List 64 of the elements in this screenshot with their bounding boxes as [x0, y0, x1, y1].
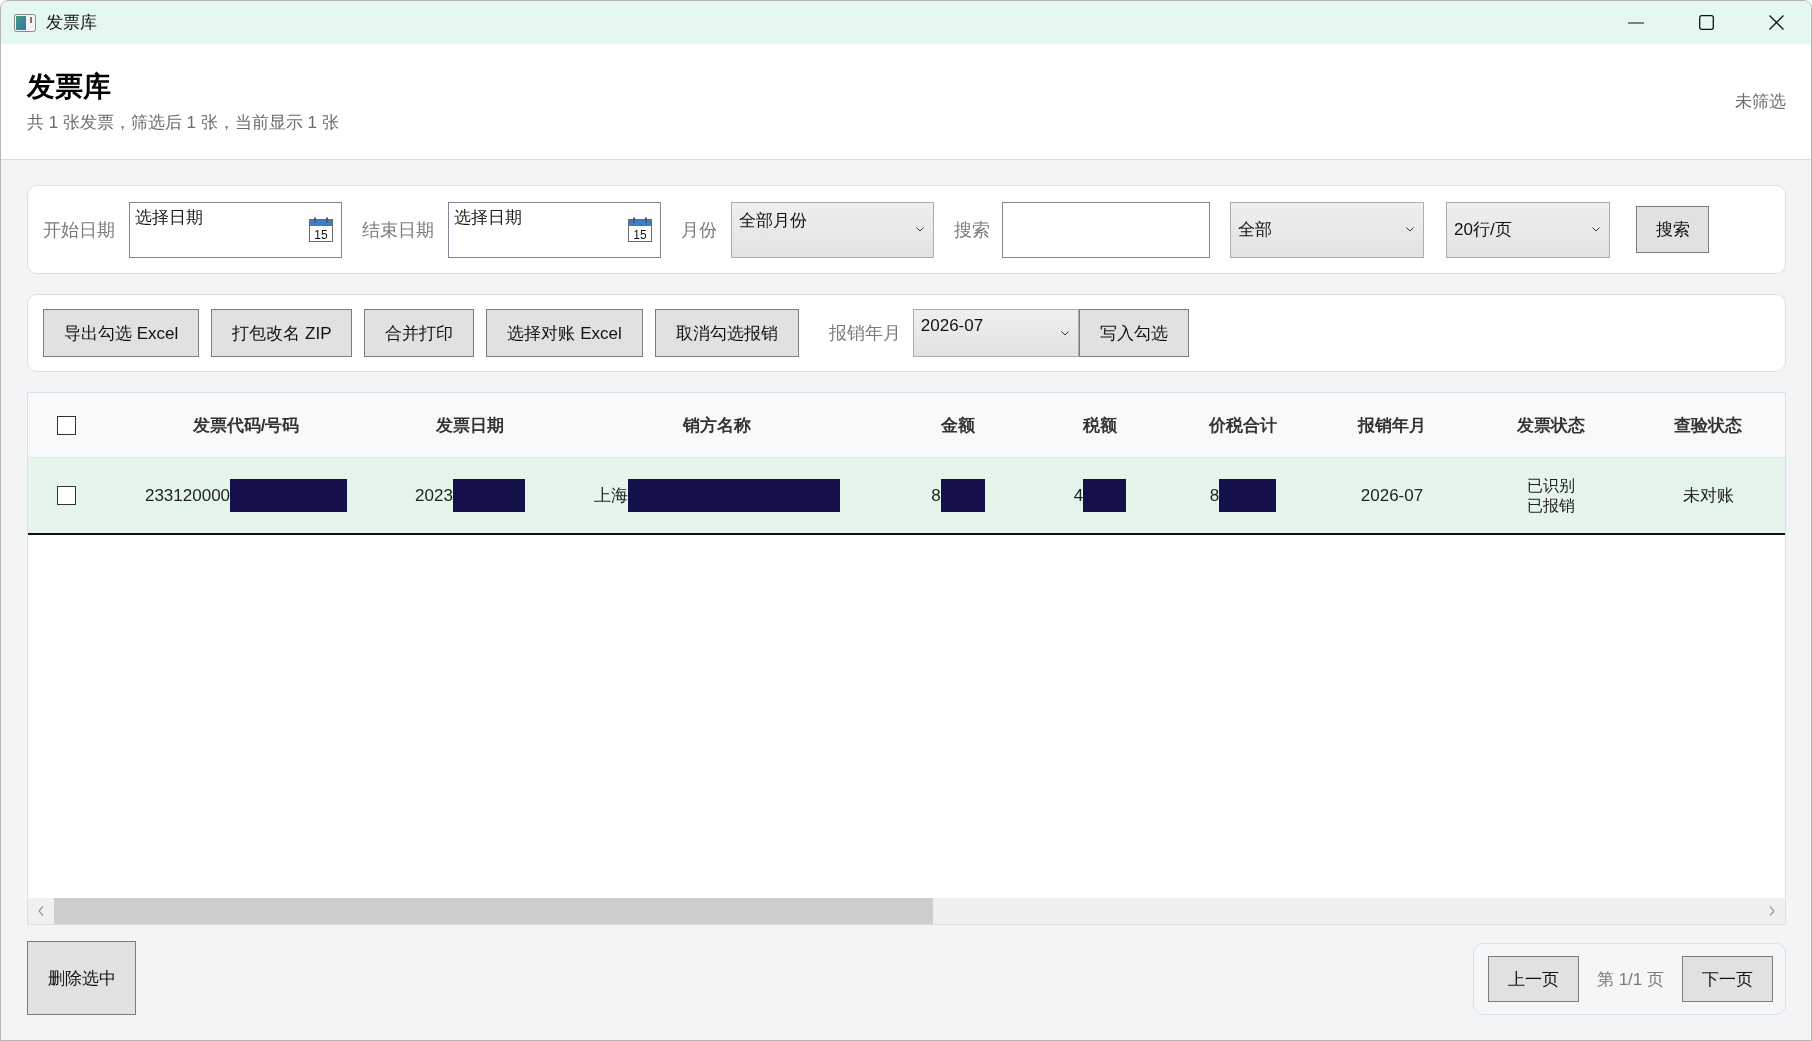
action-button[interactable]: 打包改名 ZIP: [211, 309, 353, 357]
column-header[interactable]: 发票代码/号码: [192, 413, 300, 437]
chevron-down-icon: [1060, 330, 1069, 336]
column-header[interactable]: 价税合计: [1209, 413, 1277, 437]
chevron-down-icon: [1406, 227, 1414, 232]
reimburse-month-select[interactable]: 2026-07: [912, 309, 1079, 357]
column-header[interactable]: 税额: [1083, 413, 1117, 437]
column-header[interactable]: 查验状态: [1674, 413, 1742, 437]
month-select[interactable]: 全部月份: [731, 201, 934, 258]
cell-text: 上海: [594, 485, 628, 507]
field-label: 月份: [681, 218, 717, 242]
window-title: 发票库: [46, 12, 97, 34]
column-header[interactable]: 销方名称: [683, 413, 751, 437]
column-header[interactable]: 发票日期: [436, 413, 504, 437]
column-header[interactable]: 金额: [941, 413, 975, 437]
cell-text: 2023: [415, 485, 453, 506]
chevron-left-icon[interactable]: [38, 906, 44, 916]
column-header[interactable]: 发票状态: [1517, 413, 1585, 437]
filter-status: 未筛选: [1735, 91, 1786, 113]
status-text: 已报销: [1527, 495, 1575, 516]
cell-text: 8: [931, 485, 941, 506]
calendar-icon[interactable]: 15: [628, 216, 652, 242]
action-button[interactable]: 取消勾选报销: [654, 309, 799, 357]
status-text: 已识别: [1527, 475, 1575, 496]
field-label: 结束日期: [362, 218, 434, 242]
row-checkbox[interactable]: [56, 486, 76, 505]
select-all-checkbox[interactable]: [56, 415, 76, 435]
minimize-icon: [1628, 21, 1644, 24]
search-button[interactable]: 搜索: [1636, 206, 1709, 253]
cell-text: 2026-07: [1360, 485, 1424, 506]
category-select[interactable]: 全部: [1230, 201, 1424, 258]
cell-text: 233120000: [144, 485, 231, 506]
action-button[interactable]: 合并打印: [364, 309, 475, 357]
page-size-select[interactable]: 20行/页: [1446, 201, 1610, 258]
apply-button[interactable]: 写入勾选: [1078, 309, 1189, 357]
table-row[interactable]: 233120000 2023 上海 8 4 8 2026-07 已识别 已报销 未对账: [28, 458, 1785, 535]
delete-button[interactable]: 删除选中: [27, 941, 136, 1015]
chevron-down-icon: [1592, 227, 1600, 232]
page-info: 第 1/1 页: [1596, 968, 1664, 991]
redaction-block: [1219, 479, 1277, 512]
field-label: 搜索: [954, 218, 990, 242]
next-page-button[interactable]: 下一页: [1682, 956, 1773, 1002]
prev-page-button[interactable]: 上一页: [1487, 956, 1579, 1002]
field-label: 报销年月: [828, 322, 901, 345]
action-button[interactable]: 导出勾选 Excel: [43, 309, 200, 357]
redaction-block: [940, 479, 985, 512]
redaction-block: [1083, 479, 1127, 512]
search-field[interactable]: [1002, 201, 1210, 258]
cell-text: 4: [1073, 485, 1084, 506]
scrollbar-thumb[interactable]: [54, 898, 933, 924]
action-button[interactable]: 选择对账 Excel: [486, 309, 643, 357]
cell-text: 8: [1209, 485, 1220, 506]
page-title: 发票库: [27, 69, 112, 104]
app-icon: [14, 13, 36, 32]
maximize-icon: [1698, 15, 1714, 30]
chevron-down-icon: [916, 227, 924, 232]
scrollbar-track[interactable]: [28, 898, 1785, 924]
chevron-right-icon[interactable]: [1769, 906, 1775, 916]
calendar-icon[interactable]: 15: [309, 216, 333, 242]
close-icon: [1768, 15, 1784, 30]
field-label: 开始日期: [43, 218, 115, 242]
page-subtitle: 共 1 张发票，筛选后 1 张，当前显示 1 张: [27, 111, 339, 134]
cell-text: 未对账: [1682, 485, 1734, 507]
column-header[interactable]: 报销年月: [1358, 413, 1426, 437]
